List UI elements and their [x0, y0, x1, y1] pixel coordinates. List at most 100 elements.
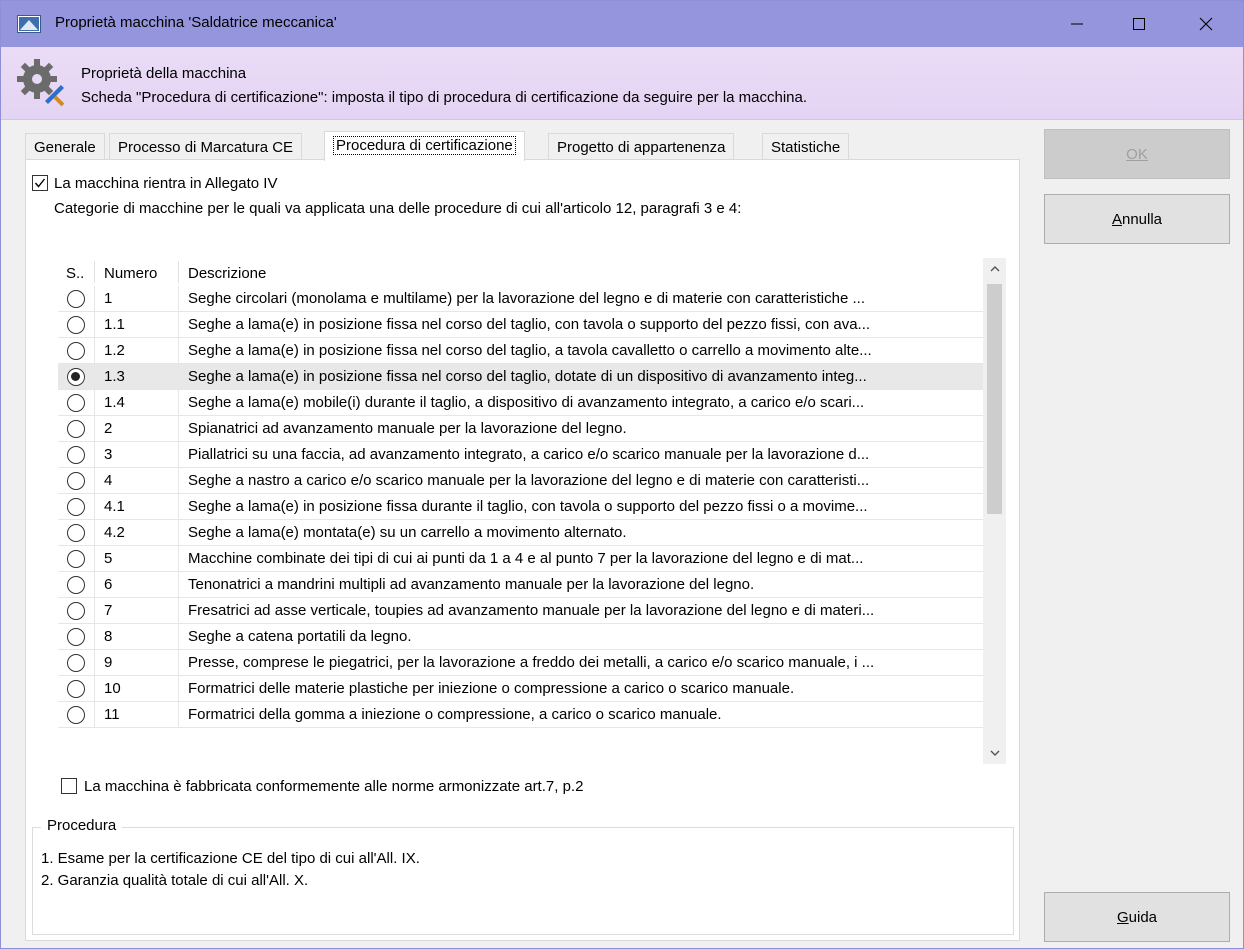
grid-vertical-scrollbar[interactable] — [983, 258, 1006, 764]
row-numero: 5 — [104, 550, 113, 567]
row-numero: 2 — [104, 420, 113, 437]
checkmark-icon — [34, 178, 46, 188]
guida-button[interactable]: Guida — [1044, 892, 1230, 942]
row-radio-button[interactable] — [67, 706, 85, 724]
procedura-legend: Procedura — [41, 817, 123, 834]
row-numero: 7 — [104, 602, 113, 619]
row-descrizione: Seghe a nastro a carico e/o scarico manu… — [188, 472, 870, 489]
tab-procedura-certificazione[interactable]: Procedura di certificazione — [324, 131, 525, 161]
table-row[interactable]: 1 Seghe circolari (monolama e multilame) … — [58, 286, 983, 312]
row-radio-button[interactable] — [67, 394, 85, 412]
row-radio-button[interactable] — [67, 498, 85, 516]
row-descrizione: Piallatrici su una faccia, ad avanzament… — [188, 446, 870, 463]
scrollbar-thumb[interactable] — [987, 284, 1002, 514]
row-descrizione: Formatrici delle materie plastiche per i… — [188, 680, 795, 697]
row-numero: 6 — [104, 576, 113, 593]
title-bar[interactable]: Proprietà macchina 'Saldatrice meccanica… — [1, 1, 1243, 47]
table-row[interactable]: 1.4 Seghe a lama(e) mobile(i) durante il … — [58, 390, 983, 416]
row-radio-button[interactable] — [67, 550, 85, 568]
gear-wrench-icon — [17, 59, 65, 107]
row-radio-button[interactable] — [67, 628, 85, 646]
row-descrizione: Seghe a lama(e) in posizione fissa nel c… — [188, 316, 871, 333]
close-button[interactable] — [1183, 1, 1229, 47]
table-row[interactable]: 10 Formatrici delle materie plastiche per… — [58, 676, 983, 702]
allegato-iv-label[interactable]: La macchina rientra in Allegato IV — [54, 175, 277, 192]
row-numero: 9 — [104, 654, 113, 671]
row-numero: 10 — [104, 680, 121, 697]
tab-generale[interactable]: Generale — [25, 133, 105, 160]
row-radio-button[interactable] — [67, 342, 85, 360]
procedura-line-1: 1. Esame per la certificazione CE del ti… — [41, 850, 420, 867]
table-row[interactable]: 1.1 Seghe a lama(e) in posizione fissa ne… — [58, 312, 983, 338]
row-descrizione: Presse, comprese le piegatrici, per la l… — [188, 654, 875, 671]
row-radio-button[interactable] — [67, 654, 85, 672]
minimize-button[interactable] — [1054, 1, 1100, 47]
row-numero: 11 — [104, 706, 120, 723]
table-row[interactable]: 4.2 Seghe a lama(e) montata(e) su un carr… — [58, 520, 983, 546]
allegato-iv-checkbox[interactable] — [32, 175, 48, 191]
row-numero: 4.2 — [104, 524, 125, 541]
window-title: Proprietà macchina 'Saldatrice meccanica… — [55, 14, 337, 31]
table-row[interactable]: 4 Seghe a nastro a carico e/o scarico man… — [58, 468, 983, 494]
row-descrizione: Formatrici della gomma a iniezione o com… — [188, 706, 722, 723]
tab-processo-marcatura-ce[interactable]: Processo di Marcatura CE — [109, 133, 303, 160]
row-descrizione: Seghe a lama(e) in posizione fissa nel c… — [188, 342, 872, 359]
table-row[interactable]: 3 Piallatrici su una faccia, ad avanzamen… — [58, 442, 983, 468]
row-numero: 8 — [104, 628, 113, 645]
minimize-icon — [1071, 23, 1083, 25]
row-radio-button[interactable] — [67, 602, 85, 620]
row-numero: 4 — [104, 472, 113, 489]
row-descrizione: Seghe a lama(e) in posizione fissa duran… — [188, 498, 868, 515]
tab-statistiche[interactable]: Statistiche — [762, 133, 850, 160]
scroll-up-arrow-icon[interactable] — [983, 258, 1006, 280]
row-numero: 1 — [104, 290, 113, 307]
table-row[interactable]: 4.1 Seghe a lama(e) in posizione fissa du… — [58, 494, 983, 520]
row-descrizione: Seghe a lama(e) mobile(i) durante il tag… — [188, 394, 865, 411]
row-numero: 1.1 — [104, 316, 125, 333]
row-radio-button[interactable] — [67, 680, 85, 698]
maximize-icon — [1133, 18, 1145, 30]
column-header-descrizione[interactable]: Descrizione — [188, 265, 266, 282]
row-radio-button[interactable] — [67, 576, 85, 594]
row-radio-button[interactable] — [67, 524, 85, 542]
row-descrizione: Tenonatrici a mandrini multipli ad avanz… — [188, 576, 755, 593]
row-numero: 1.3 — [104, 368, 125, 385]
ok-button[interactable]: OK — [1044, 129, 1230, 179]
row-radio-button[interactable] — [67, 446, 85, 464]
row-descrizione: Seghe a lama(e) in posizione fissa nel c… — [188, 368, 867, 385]
table-row[interactable]: 11 Formatrici della gomma a iniezione o c… — [58, 702, 983, 728]
categories-grid[interactable]: S.. Numero Descrizione 1 Seghe circolari … — [58, 258, 1006, 764]
table-row[interactable]: 1.3 Seghe a lama(e) in posizione fissa ne… — [58, 364, 983, 390]
annulla-button[interactable]: Annulla — [1044, 194, 1230, 244]
row-descrizione: Seghe circolari (monolama e multilame) p… — [188, 290, 865, 307]
table-row[interactable]: 1.2 Seghe a lama(e) in posizione fissa ne… — [58, 338, 983, 364]
norme-armonizzate-label[interactable]: La macchina è fabbricata conformemente a… — [84, 778, 583, 795]
table-row[interactable]: 2 Spianatrici ad avanzamento manuale per … — [58, 416, 983, 442]
norme-armonizzate-checkbox[interactable] — [61, 778, 77, 794]
row-numero: 3 — [104, 446, 113, 463]
row-radio-button[interactable] — [67, 290, 85, 308]
row-descrizione: Fresatrici ad asse verticale, toupies ad… — [188, 602, 875, 619]
row-radio-button[interactable] — [67, 368, 85, 386]
column-header-numero[interactable]: Numero — [104, 265, 157, 282]
maximize-button[interactable] — [1116, 1, 1162, 47]
header-banner: Proprietà della macchina Scheda "Procedu… — [1, 47, 1243, 120]
categories-description: Categorie di macchine per le quali va ap… — [54, 200, 742, 217]
grid-header: S.. Numero Descrizione — [58, 258, 983, 286]
row-numero: 1.4 — [104, 394, 125, 411]
tab-progetto-appartenenza[interactable]: Progetto di appartenenza — [548, 133, 735, 160]
row-descrizione: Spianatrici ad avanzamento manuale per l… — [188, 420, 627, 437]
row-radio-button[interactable] — [67, 316, 85, 334]
row-descrizione: Seghe a catena portatili da legno. — [188, 628, 412, 645]
column-header-s[interactable]: S.. — [66, 265, 84, 282]
row-radio-button[interactable] — [67, 420, 85, 438]
table-row[interactable]: 5 Macchine combinate dei tipi di cui ai p… — [58, 546, 983, 572]
row-descrizione: Macchine combinate dei tipi di cui ai pu… — [188, 550, 864, 567]
row-numero: 1.2 — [104, 342, 125, 359]
table-row[interactable]: 7 Fresatrici ad asse verticale, toupies a… — [58, 598, 983, 624]
table-row[interactable]: 9 Presse, comprese le piegatrici, per la … — [58, 650, 983, 676]
scroll-down-arrow-icon[interactable] — [983, 742, 1006, 764]
row-radio-button[interactable] — [67, 472, 85, 490]
table-row[interactable]: 6 Tenonatrici a mandrini multipli ad avan… — [58, 572, 983, 598]
table-row[interactable]: 8 Seghe a catena portatili da legno. — [58, 624, 983, 650]
